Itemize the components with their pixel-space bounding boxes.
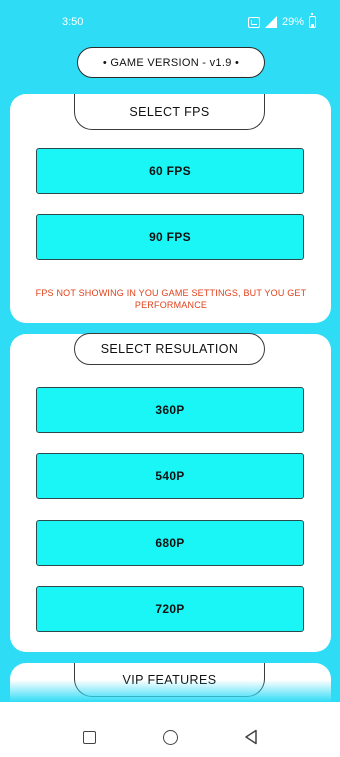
battery-icon: [309, 13, 316, 28]
res-680p-button[interactable]: 680P: [36, 520, 304, 566]
battery-percent: 29%: [281, 16, 304, 28]
status-icons: 29%: [247, 13, 316, 28]
fps-card: SELECT FPS 60 FPS 90 FPS FPS NOT SHOWING…: [10, 94, 331, 323]
status-time: 3:50: [62, 16, 84, 28]
status-bar: 3:50 29%: [0, 0, 340, 44]
fps-60-button[interactable]: 60 FPS: [36, 148, 304, 194]
fps-90-button[interactable]: 90 FPS: [36, 214, 304, 260]
fps-section-title: SELECT FPS: [74, 94, 265, 130]
res-540p-button[interactable]: 540P: [36, 453, 304, 499]
game-version-badge: • GAME VERSION - v1.9 •: [77, 47, 265, 78]
scroll-fade: [0, 680, 340, 702]
nfc-icon: [247, 16, 260, 28]
home-circle-icon[interactable]: [163, 730, 178, 745]
res-360p-button[interactable]: 360P: [36, 387, 304, 433]
recents-square-icon[interactable]: [83, 731, 96, 744]
resolution-card: SELECT RESULATION 360P 540P 680P 720P: [10, 333, 331, 652]
system-nav-bar: [0, 702, 340, 757]
back-triangle-icon[interactable]: [244, 729, 258, 745]
res-720p-button[interactable]: 720P: [36, 586, 304, 632]
fps-note: FPS NOT SHOWING IN YOU GAME SETTINGS, BU…: [35, 288, 307, 310]
signal-icon: [264, 16, 277, 28]
resolution-section-title: SELECT RESULATION: [74, 333, 265, 365]
